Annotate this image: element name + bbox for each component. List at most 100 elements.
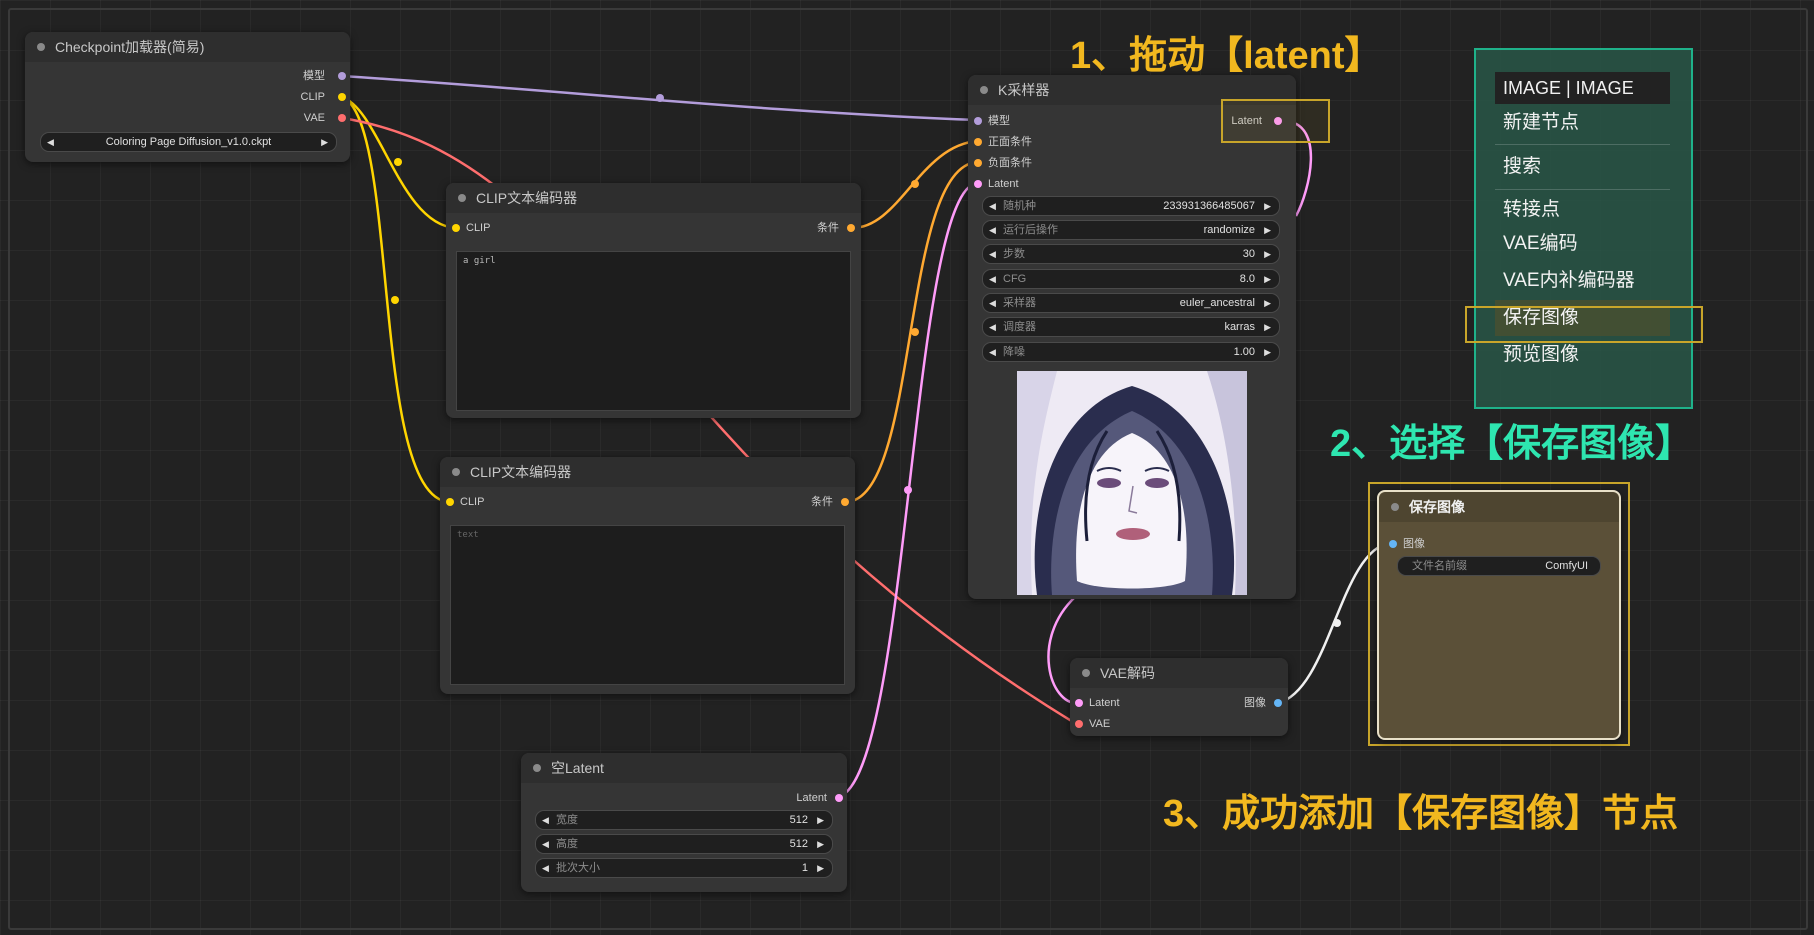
collapse-dot-icon[interactable] <box>1082 669 1090 677</box>
triangle-right-icon[interactable]: ▶ <box>1264 221 1271 239</box>
latent-input-port[interactable] <box>1075 699 1083 707</box>
collapse-dot-icon[interactable] <box>458 194 466 202</box>
collapse-dot-icon[interactable] <box>533 764 541 772</box>
triangle-left-icon[interactable]: ◀ <box>542 811 549 829</box>
negative-input-label: 负面条件 <box>988 157 1032 169</box>
wire-empty-latent-midpoint <box>904 486 912 494</box>
vae-output-port[interactable] <box>338 114 346 122</box>
positive-input-port[interactable] <box>974 138 982 146</box>
clip-encoder-2-title[interactable]: CLIP文本编码器 <box>440 457 855 487</box>
model-output-label: 模型 <box>303 70 325 82</box>
triangle-left-icon[interactable]: ◀ <box>989 221 996 239</box>
prompt-textarea[interactable]: a girl <box>456 251 851 411</box>
clip-input-label: CLIP <box>466 222 491 234</box>
model-input-port[interactable] <box>974 117 982 125</box>
vae-input-label: VAE <box>1089 718 1111 730</box>
wire-negative-midpoint <box>911 328 919 336</box>
positive-input-label: 正面条件 <box>988 136 1032 148</box>
empty-latent-node[interactable]: 空Latent Latent ◀ 宽度 512 ▶ ◀ 高度 512 ▶ ◀ 批次大小 1 ▶ <box>521 753 847 892</box>
clip-text-encoder-node-2[interactable]: CLIP文本编码器 CLIP 条件 text <box>440 457 855 694</box>
conditioning-output-port[interactable] <box>841 498 849 506</box>
textarea-placeholder: text <box>457 530 479 540</box>
clip-text-encoder-node-1[interactable]: CLIP文本编码器 CLIP 条件 a girl <box>446 183 861 418</box>
triangle-right-icon[interactable]: ▶ <box>1264 245 1271 263</box>
checkpoint-loader-title[interactable]: Checkpoint加载器(简易) <box>25 32 350 62</box>
negative-input-port[interactable] <box>974 159 982 167</box>
filename-prefix-widget[interactable]: 文件名前缀 ComfyUI <box>1397 556 1601 576</box>
triangle-right-icon[interactable]: ▶ <box>321 133 328 151</box>
triangle-left-icon[interactable]: ◀ <box>989 343 996 361</box>
image-output-port[interactable] <box>1274 699 1282 707</box>
latent-input-label: Latent <box>988 178 1019 190</box>
triangle-left-icon[interactable]: ◀ <box>989 270 996 288</box>
model-output-port[interactable] <box>338 72 346 80</box>
denoise-widget[interactable]: ◀ 降噪 1.00 ▶ <box>982 342 1280 362</box>
menu-item-reroute[interactable]: 转接点 <box>1495 190 1670 226</box>
save-image-title[interactable]: 保存图像 <box>1379 492 1619 522</box>
vae-decode-title[interactable]: VAE解码 <box>1070 658 1288 688</box>
clip-input-port[interactable] <box>446 498 454 506</box>
ksampler-node[interactable]: K采样器 模型 正面条件 负面条件 Latent Latent ◀ 随机种 2339… <box>968 75 1296 599</box>
wire-model-midpoint <box>656 94 664 102</box>
save-image-node[interactable]: 保存图像 图像 文件名前缀 ComfyUI <box>1377 490 1621 740</box>
context-menu[interactable]: IMAGE | IMAGE 新建节点 搜索 转接点 VAE编码 VAE内补编码器… <box>1474 48 1693 409</box>
triangle-right-icon[interactable]: ▶ <box>1264 318 1271 336</box>
triangle-right-icon[interactable]: ▶ <box>817 835 824 853</box>
triangle-right-icon[interactable]: ▶ <box>1264 197 1271 215</box>
step-1-annotation: 1、拖动【latent】 <box>1070 35 1383 77</box>
collapse-dot-icon[interactable] <box>980 86 988 94</box>
collapse-dot-icon[interactable] <box>452 468 460 476</box>
image-input-port[interactable] <box>1389 540 1397 548</box>
cfg-widget[interactable]: ◀ CFG 8.0 ▶ <box>982 269 1280 289</box>
steps-widget[interactable]: ◀ 步数 30 ▶ <box>982 244 1280 264</box>
triangle-left-icon[interactable]: ◀ <box>989 294 996 312</box>
ckpt-name-combo[interactable]: ◀ Coloring Page Diffusion_v1.0.ckpt ▶ <box>40 132 337 152</box>
scheduler-widget[interactable]: ◀ 调度器 karras ▶ <box>982 317 1280 337</box>
triangle-left-icon[interactable]: ◀ <box>989 245 996 263</box>
vae-decode-node[interactable]: VAE解码 Latent VAE 图像 <box>1070 658 1288 736</box>
triangle-left-icon[interactable]: ◀ <box>542 835 549 853</box>
wire-clip2-midpoint <box>391 296 399 304</box>
triangle-right-icon[interactable]: ▶ <box>817 859 824 877</box>
menu-item-new-node[interactable]: 新建节点 <box>1495 104 1670 145</box>
image-output-label: 图像 <box>1244 697 1266 709</box>
triangle-right-icon[interactable]: ▶ <box>1264 343 1271 361</box>
triangle-left-icon[interactable]: ◀ <box>542 859 549 877</box>
sampler-widget[interactable]: ◀ 采样器 euler_ancestral ▶ <box>982 293 1280 313</box>
menu-header: IMAGE | IMAGE <box>1495 72 1670 104</box>
seed-widget[interactable]: ◀ 随机种 233931366485067 ▶ <box>982 196 1280 216</box>
menu-item-vae-inpaint-encode[interactable]: VAE内补编码器 <box>1495 263 1670 300</box>
width-widget[interactable]: ◀ 宽度 512 ▶ <box>535 810 833 830</box>
collapse-dot-icon[interactable] <box>37 43 45 51</box>
clip-output-port[interactable] <box>338 93 346 101</box>
triangle-left-icon[interactable]: ◀ <box>989 318 996 336</box>
triangle-right-icon[interactable]: ▶ <box>1264 270 1271 288</box>
empty-latent-title[interactable]: 空Latent <box>521 753 847 783</box>
preview-image <box>1017 371 1247 595</box>
girl-portrait-image <box>1017 371 1247 595</box>
latent-output-port[interactable] <box>835 794 843 802</box>
triangle-right-icon[interactable]: ▶ <box>1264 294 1271 312</box>
latent-input-port[interactable] <box>974 180 982 188</box>
triangle-left-icon[interactable]: ◀ <box>989 197 996 215</box>
clip-encoder-1-title[interactable]: CLIP文本编码器 <box>446 183 861 213</box>
height-widget[interactable]: ◀ 高度 512 ▶ <box>535 834 833 854</box>
vae-input-port[interactable] <box>1075 720 1083 728</box>
batch-size-widget[interactable]: ◀ 批次大小 1 ▶ <box>535 858 833 878</box>
wire-clip1-midpoint <box>394 158 402 166</box>
conditioning-output-port[interactable] <box>847 224 855 232</box>
vae-output-label: VAE <box>303 112 325 124</box>
menu-item-search[interactable]: 搜索 <box>1495 145 1670 190</box>
latent-output-label: Latent <box>796 792 827 804</box>
collapse-dot-icon[interactable] <box>1391 503 1399 511</box>
clip-input-port[interactable] <box>452 224 460 232</box>
menu-item-vae-encode[interactable]: VAE编码 <box>1495 226 1670 263</box>
node-canvas[interactable]: Checkpoint加载器(简易) 模型 CLIP VAE ◀ Coloring… <box>0 0 1814 935</box>
clip-output-label: CLIP <box>300 91 325 103</box>
clip-input-label: CLIP <box>460 496 485 508</box>
model-input-label: 模型 <box>988 115 1010 127</box>
control-after-generate-widget[interactable]: ◀ 运行后操作 randomize ▶ <box>982 220 1280 240</box>
triangle-right-icon[interactable]: ▶ <box>817 811 824 829</box>
checkpoint-loader-node[interactable]: Checkpoint加载器(简易) 模型 CLIP VAE ◀ Coloring… <box>25 32 350 162</box>
negative-prompt-textarea[interactable]: text <box>450 525 845 685</box>
